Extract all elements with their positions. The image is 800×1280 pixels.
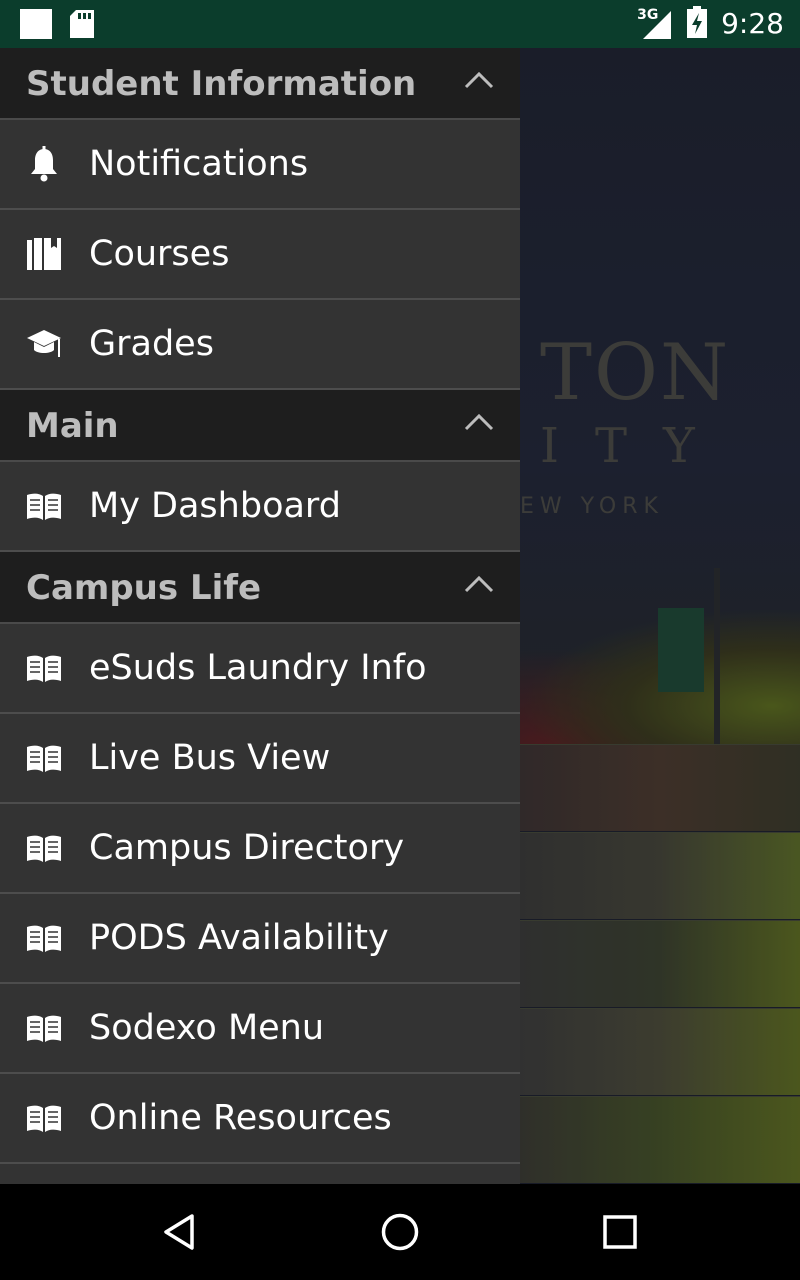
graduation-cap-icon bbox=[27, 330, 61, 357]
drawer-item-label: Grades bbox=[89, 324, 214, 364]
open-book-icon bbox=[27, 493, 61, 520]
drawer-item-live-bus-view[interactable]: Live Bus View bbox=[0, 714, 520, 804]
bell-icon bbox=[31, 146, 57, 182]
open-book-icon bbox=[27, 1105, 61, 1132]
navigation-drawer: Student Information Notifications Course… bbox=[0, 48, 520, 1184]
drawer-item-online-resources[interactable]: Online Resources bbox=[0, 1074, 520, 1164]
recent-apps-icon[interactable] bbox=[600, 1212, 640, 1252]
drawer-item-notifications[interactable]: Notifications bbox=[0, 120, 520, 210]
chevron-up-icon bbox=[464, 413, 494, 431]
section-header-main[interactable]: Main bbox=[0, 390, 520, 462]
drawer-item-sodexo-menu[interactable]: Sodexo Menu bbox=[0, 984, 520, 1074]
open-book-icon bbox=[27, 655, 61, 682]
home-icon[interactable] bbox=[380, 1212, 420, 1252]
drawer-item-pods-availability[interactable]: PODS Availability bbox=[0, 894, 520, 984]
chevron-up-icon bbox=[464, 71, 494, 89]
drawer-item-label: Sodexo Menu bbox=[89, 1008, 325, 1048]
drawer-item-campus-directory[interactable]: Campus Directory bbox=[0, 804, 520, 894]
open-book-icon bbox=[27, 925, 61, 952]
battery-charging-icon bbox=[687, 6, 708, 42]
notification-square-icon bbox=[20, 9, 52, 43]
system-nav-bar bbox=[0, 1184, 800, 1280]
section-title: Student Information bbox=[26, 64, 417, 104]
sd-card-icon bbox=[70, 10, 94, 42]
section-header-campus-life[interactable]: Campus Life bbox=[0, 552, 520, 624]
clock: 9:28 bbox=[721, 7, 784, 40]
drawer-item-label: Campus Directory bbox=[89, 828, 405, 868]
drawer-item-label: My Dashboard bbox=[89, 486, 341, 526]
drawer-item-label: Notifications bbox=[89, 144, 309, 184]
drawer-item-label: Live Bus View bbox=[89, 738, 331, 778]
drawer-item-label: Online Resources bbox=[89, 1098, 392, 1138]
drawer-item-label: PODS Availability bbox=[89, 918, 389, 958]
section-title: Campus Life bbox=[26, 568, 262, 608]
drawer-item-courses[interactable]: Courses bbox=[0, 210, 520, 300]
section-header-student-information[interactable]: Student Information bbox=[0, 48, 520, 120]
drawer-item-esuds-laundry-info[interactable]: eSuds Laundry Info bbox=[0, 624, 520, 714]
open-book-icon bbox=[27, 745, 61, 772]
back-icon[interactable] bbox=[160, 1212, 200, 1252]
cell-signal-icon: 3G bbox=[637, 7, 673, 41]
open-book-icon bbox=[27, 835, 61, 862]
scrim[interactable] bbox=[520, 48, 800, 1184]
books-icon bbox=[27, 238, 61, 270]
drawer-item-grades[interactable]: Grades bbox=[0, 300, 520, 390]
drawer-item-my-dashboard[interactable]: My Dashboard bbox=[0, 462, 520, 552]
status-bar: 3G 9:28 bbox=[0, 0, 800, 48]
drawer-item-label: eSuds Laundry Info bbox=[89, 648, 427, 688]
chevron-up-icon bbox=[464, 575, 494, 593]
open-book-icon bbox=[27, 1015, 61, 1042]
drawer-item-label: Courses bbox=[89, 234, 230, 274]
section-title: Main bbox=[26, 406, 119, 446]
